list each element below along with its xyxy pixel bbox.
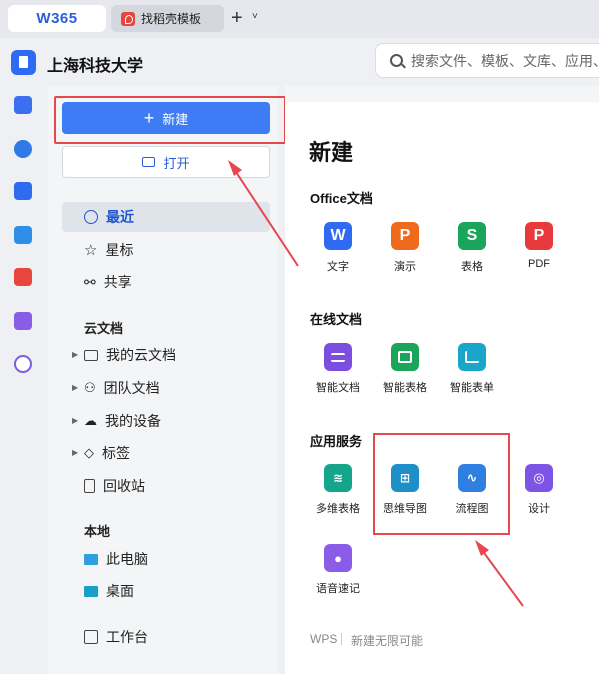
arrow-to-new xyxy=(231,165,299,267)
annotation-arrows xyxy=(228,160,524,607)
arrow-head-new xyxy=(228,160,242,176)
arrow-head-services xyxy=(475,540,489,556)
arrow-to-services xyxy=(478,545,524,607)
